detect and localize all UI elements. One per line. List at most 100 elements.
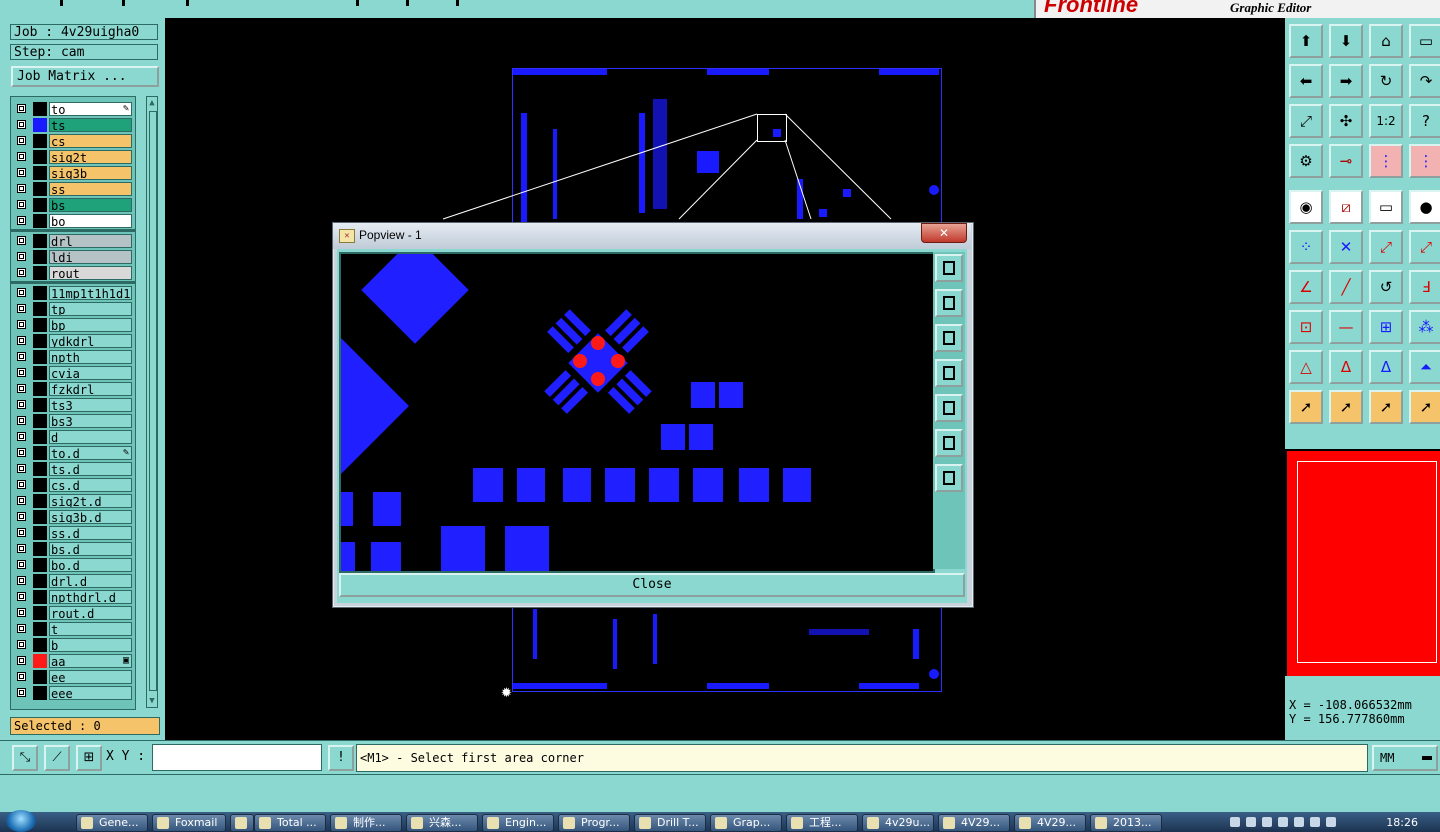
snap-grid-icon[interactable]: ⤡ [12, 745, 38, 771]
layer-checkbox[interactable] [17, 152, 26, 161]
layer-name[interactable]: cs.d [49, 478, 132, 492]
layer-name[interactable]: fzkdrl [49, 382, 132, 396]
layer-name[interactable]: tp [49, 302, 132, 316]
layer-color-swatch[interactable] [33, 558, 47, 572]
layer-name[interactable]: t [49, 622, 132, 636]
layer-checkbox[interactable] [17, 400, 26, 409]
scroll-up-arrow-icon[interactable]: ▲ [147, 97, 157, 109]
taskbar-item[interactable]: Grap... [710, 814, 782, 832]
layer-checkbox[interactable] [17, 688, 26, 697]
select-path-cursor-icon[interactable]: ➚ [1409, 390, 1440, 424]
diagonal-line-icon[interactable]: ╱ [1329, 270, 1363, 304]
taskbar-item[interactable]: 制作... [330, 814, 402, 832]
layer-name[interactable]: rout [49, 266, 132, 280]
units-select[interactable]: MM [1372, 745, 1438, 771]
layer-row[interactable]: ydkdrl [11, 333, 135, 349]
layer-row[interactable]: t [11, 621, 135, 637]
select-box-cursor-icon[interactable]: ➚ [1329, 390, 1363, 424]
layer-name[interactable]: npth [49, 350, 132, 364]
layer-checkbox[interactable] [17, 200, 26, 209]
layer-row[interactable]: rout.d [11, 605, 135, 621]
window-close-button[interactable]: ✕ [921, 223, 967, 243]
layer-checkbox[interactable] [17, 252, 26, 261]
layer-row[interactable]: aa ▣ [11, 653, 135, 669]
layer-name[interactable]: drl.d [49, 574, 132, 588]
layer-color-swatch[interactable] [33, 446, 47, 460]
selected-via[interactable] [591, 336, 605, 350]
taskbar-item[interactable]: Gene... [76, 814, 148, 832]
layer-checkbox[interactable] [17, 236, 26, 245]
snap-tool-icon[interactable]: ⊸ [1329, 144, 1363, 178]
layer-checkbox[interactable] [17, 448, 26, 457]
layer-row[interactable]: bo.d [11, 557, 135, 573]
cross-nodes-icon[interactable]: ✕ [1329, 230, 1363, 264]
layer-color-swatch[interactable] [33, 286, 47, 300]
select-rotate-cursor-icon[interactable]: ➚ [1369, 390, 1403, 424]
layer-name[interactable]: ss [49, 182, 132, 196]
measure-tool-icon[interactable]: ⚙ [1289, 144, 1323, 178]
layer-row[interactable]: ts [11, 117, 135, 133]
layer-checkbox[interactable] [17, 432, 26, 441]
layer-name[interactable]: drl [49, 234, 132, 248]
tray-flag-icon[interactable] [1310, 817, 1320, 827]
layer-row[interactable]: sig3b.d [11, 509, 135, 525]
layer-row[interactable]: bs3 [11, 413, 135, 429]
zoom-out-icon[interactable]: ⤢ [1289, 104, 1323, 138]
layer-name[interactable]: bp [49, 318, 132, 332]
layer-checkbox[interactable] [17, 184, 26, 193]
tray-volume-icon[interactable] [1262, 817, 1272, 827]
layer-row[interactable]: cs.d [11, 477, 135, 493]
layer-checkbox[interactable] [17, 416, 26, 425]
layer-checkbox[interactable] [17, 608, 26, 617]
layer-row[interactable]: ss.d [11, 525, 135, 541]
layer-checkbox[interactable] [17, 512, 26, 521]
circle-fill-icon[interactable]: ● [1409, 190, 1440, 224]
net-select-icon[interactable]: ⋮ [1369, 144, 1403, 178]
layer-color-swatch[interactable] [33, 166, 47, 180]
pv-zoom-in-icon[interactable] [935, 464, 963, 492]
layer-row[interactable]: cs [11, 133, 135, 149]
layer-color-swatch[interactable] [33, 350, 47, 364]
layer-checkbox[interactable] [17, 544, 26, 553]
layer-row[interactable]: b [11, 637, 135, 653]
layer-color-swatch[interactable] [33, 542, 47, 556]
layer-color-swatch[interactable] [33, 590, 47, 604]
layer-color-swatch[interactable] [33, 574, 47, 588]
zoom-in-icon[interactable]: ✣ [1329, 104, 1363, 138]
layer-color-swatch[interactable] [33, 182, 47, 196]
layer-row[interactable]: ts.d [11, 461, 135, 477]
layer-name[interactable]: bo.d [49, 558, 132, 572]
pv-pan-right-icon[interactable] [935, 394, 963, 422]
grid-toggle-icon[interactable]: ⊞ [76, 745, 102, 771]
layer-scrollbar[interactable]: ▲ ▼ [146, 96, 158, 708]
selected-via[interactable] [611, 354, 625, 368]
triangle-small-icon[interactable]: △ [1289, 350, 1323, 384]
layer-name[interactable]: cvia [49, 366, 132, 380]
layer-name[interactable]: bo [49, 214, 132, 228]
layer-row[interactable]: sig2t.d [11, 493, 135, 509]
pv-pan-up-icon[interactable] [935, 289, 963, 317]
taskbar-item[interactable]: 工程... [786, 814, 858, 832]
layer-row[interactable]: to.d ✎ [11, 445, 135, 461]
pv-zoom-out-icon[interactable] [935, 429, 963, 457]
pad-edit-icon[interactable]: ⊡ [1289, 310, 1323, 344]
layer-color-swatch[interactable] [33, 214, 47, 228]
layer-row[interactable]: d [11, 429, 135, 445]
layer-name[interactable]: ldi [49, 250, 132, 264]
help-icon[interactable]: ? [1409, 104, 1440, 138]
redraw-icon[interactable]: ↻ [1369, 64, 1403, 98]
layer-checkbox[interactable] [17, 136, 26, 145]
layer-color-swatch[interactable] [33, 366, 47, 380]
taskbar-item[interactable]: 4V29... [1014, 814, 1086, 832]
selected-via[interactable] [591, 372, 605, 386]
layer-name[interactable]: aa [49, 654, 132, 668]
job-matrix-button[interactable]: Job Matrix ... [11, 66, 159, 87]
layer-checkbox[interactable] [17, 592, 26, 601]
taskbar-item[interactable]: 兴森... [406, 814, 478, 832]
layer-color-swatch[interactable] [33, 414, 47, 428]
pad-tool-icon[interactable]: ◉ [1289, 190, 1323, 224]
layer-name[interactable]: bs [49, 198, 132, 212]
layer-name[interactable]: to [49, 102, 132, 116]
layer-checkbox[interactable] [17, 304, 26, 313]
pan-right-icon[interactable]: ➡ [1329, 64, 1363, 98]
